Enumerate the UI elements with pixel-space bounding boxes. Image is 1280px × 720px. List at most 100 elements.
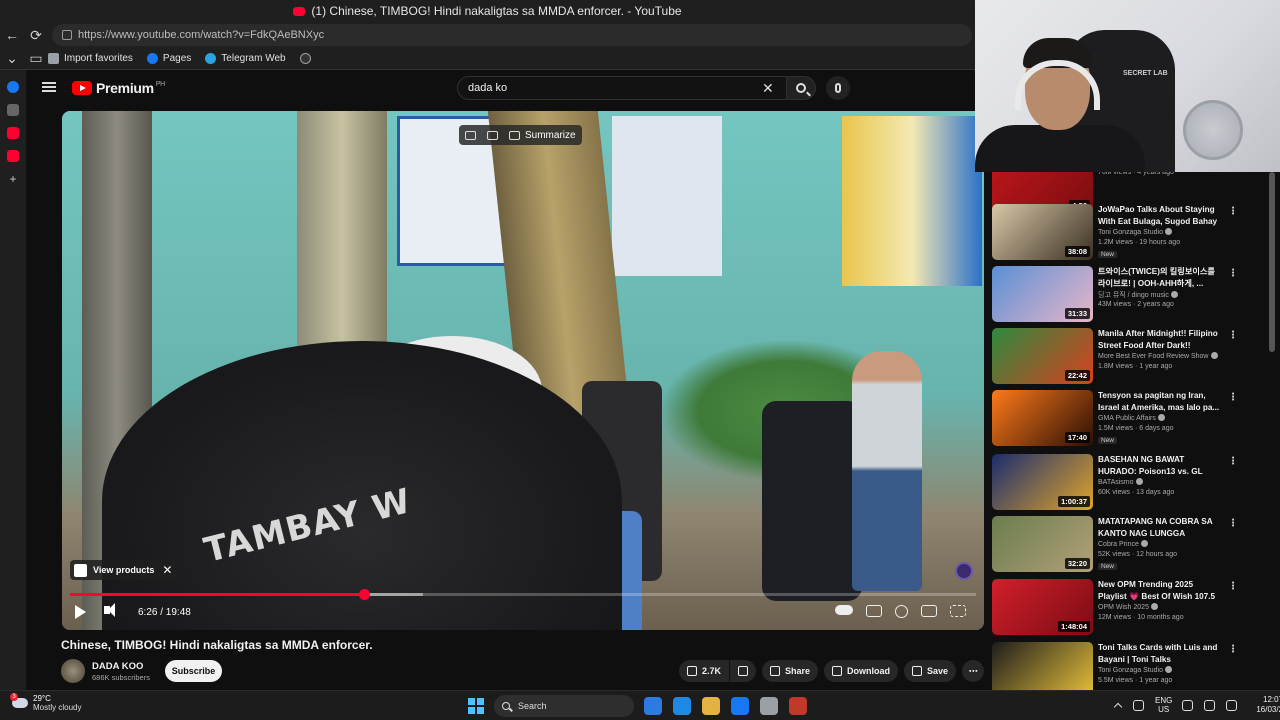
facebook-icon[interactable] (731, 697, 749, 715)
battery-icon[interactable] (1226, 699, 1238, 711)
recommendation-title[interactable]: Toni Talks Cards with Luis and Bayani | … (1098, 642, 1220, 665)
recommendation-channel[interactable]: Toni Gonzaga Studio (1098, 228, 1172, 236)
youtube-icon[interactable] (7, 150, 19, 162)
favorite-pages[interactable]: Pages (146, 53, 191, 64)
clip-icon[interactable] (487, 130, 498, 140)
recommendation-channel[interactable]: Cobra Prince (1098, 540, 1148, 548)
video-thumbnail[interactable]: 1:00:37 (992, 454, 1093, 510)
youtube-icon[interactable] (7, 127, 19, 139)
video-thumbnail[interactable] (992, 642, 1093, 690)
fullscreen-clip-icon[interactable] (465, 130, 476, 140)
channel-watermark-icon[interactable] (955, 562, 973, 580)
recommendation-item[interactable]: 1:00:37 BASEHAN NG BAWAT HURADO: Poison13… (992, 454, 1267, 510)
volume-icon[interactable] (1204, 699, 1216, 711)
channel-name[interactable]: DADA KOO (92, 661, 143, 672)
share-button[interactable]: Share (762, 660, 819, 682)
fullscreen-icon[interactable] (950, 605, 966, 617)
copilot-icon[interactable] (644, 697, 662, 715)
recommendation-item[interactable]: 38:08 JoWaPao Talks About Staying With Ea… (992, 204, 1267, 260)
search-input[interactable]: dada ko (457, 76, 787, 100)
close-icon[interactable]: ✕ (162, 563, 172, 577)
speaker-icon[interactable] (7, 104, 19, 116)
recommendation-channel[interactable]: 딩고 뮤직 / dingo music (1098, 290, 1178, 300)
recommendation-title[interactable]: MATATAPANG NA COBRA SA KANTO NAG LUNGGA (1098, 516, 1220, 539)
dislike-button[interactable] (730, 660, 757, 682)
more-vert-icon[interactable]: ⋮ (1228, 518, 1238, 529)
progress-bar[interactable] (70, 589, 976, 600)
recommendation-item[interactable]: 22:42 Manila After Midnight!! Filipino St… (992, 328, 1267, 384)
volume-icon[interactable] (104, 603, 115, 617)
app-icon[interactable] (789, 697, 807, 715)
video-thumbnail[interactable]: 17:40 (992, 390, 1093, 446)
recommendation-channel[interactable]: OPM Wish 2025 (1098, 603, 1158, 611)
video-thumbnail[interactable]: 22:42 (992, 328, 1093, 384)
wifi-icon[interactable] (1182, 699, 1194, 711)
like-button[interactable]: 2.7K (679, 660, 730, 682)
microphone-icon[interactable] (1133, 699, 1144, 711)
recommendation-channel[interactable]: Toni Gonzaga Studio (1098, 666, 1172, 674)
captions-icon[interactable] (866, 605, 882, 617)
chevron-down-icon[interactable]: ⌄ (0, 47, 24, 71)
subscribe-button[interactable]: Subscribe (165, 660, 222, 682)
recommendation-item[interactable]: Toni Talks Cards with Luis and Bayani | … (992, 642, 1267, 690)
recommendation-item[interactable]: 31:33 트와이스(TWICE)의 킬링보이스를 라이브로! | OOH-AHH… (992, 266, 1267, 322)
recommendation-title[interactable]: Manila After Midnight!! Filipino Street … (1098, 328, 1220, 351)
more-vert-icon[interactable]: ⋮ (1228, 392, 1238, 403)
video-player[interactable]: TAMBAY W Summarize View products ✕ 6:26 … (62, 111, 984, 630)
recommendation-title[interactable]: JoWaPao Talks About Staying With Eat Bul… (1098, 204, 1220, 227)
video-thumbnail[interactable]: 38:08 (992, 204, 1093, 260)
chevron-up-icon[interactable] (1113, 702, 1123, 712)
clear-search-icon[interactable]: ✕ (762, 80, 774, 97)
channel-avatar[interactable] (61, 659, 85, 683)
chrome-icon[interactable] (760, 697, 778, 715)
save-button[interactable]: Save (904, 660, 957, 682)
search-button[interactable] (786, 76, 816, 100)
windows-start-icon[interactable] (468, 698, 484, 714)
favorite-import[interactable]: Import favorites (48, 53, 133, 64)
menu-icon[interactable] (42, 82, 56, 92)
language-indicator[interactable]: ENG US (1155, 696, 1172, 714)
url-field[interactable]: https://www.youtube.com/watch?v=FdkQAeBN… (52, 24, 972, 46)
play-icon[interactable] (75, 605, 86, 619)
recommendation-title[interactable]: Tensyon sa pagitan ng Iran, Israel at Am… (1098, 390, 1220, 413)
settings-gear-icon[interactable] (895, 605, 908, 618)
recommendation-title[interactable]: New OPM Trending 2025 Playlist 💗 Best Of… (1098, 579, 1220, 602)
refresh-icon[interactable]: ⟳ (24, 23, 48, 47)
more-vert-icon[interactable]: ⋮ (1228, 644, 1238, 655)
recommendation-title[interactable]: 트와이스(TWICE)의 킬링보이스를 라이브로! | OOH-AHH하게, .… (1098, 266, 1220, 289)
recommendation-item[interactable]: 17:40 Tensyon sa pagitan ng Iran, Israel … (992, 390, 1267, 446)
clock[interactable]: 12:07 pm 16/03/2026 (1256, 695, 1280, 715)
recommendation-item[interactable]: 1:48:04 New OPM Trending 2025 Playlist 💗 … (992, 579, 1267, 635)
more-vert-icon[interactable]: ⋮ (1228, 206, 1238, 217)
more-vert-icon[interactable]: ⋮ (1228, 330, 1238, 341)
view-products-button[interactable]: View products ✕ (70, 560, 179, 580)
autoplay-toggle[interactable] (835, 605, 853, 615)
recommendation-title[interactable]: BASEHAN NG BAWAT HURADO: Poison13 vs. GL (1098, 454, 1220, 477)
video-thumbnail[interactable]: 32:20 (992, 516, 1093, 572)
more-vert-icon[interactable]: ⋮ (1228, 268, 1238, 279)
recommendation-channel[interactable]: More Best Ever Food Review Show (1098, 352, 1218, 360)
facebook-icon[interactable] (7, 81, 19, 93)
more-vert-icon[interactable]: ⋮ (1228, 456, 1238, 467)
summarize-button[interactable]: Summarize (525, 130, 576, 141)
video-thumbnail[interactable]: 31:33 (992, 266, 1093, 322)
recommendation-channel[interactable]: BATAsismo (1098, 478, 1143, 486)
download-button[interactable]: Download (824, 660, 899, 682)
taskbar-search[interactable]: Search (494, 695, 634, 717)
add-icon[interactable]: + (7, 173, 19, 185)
scrollbar[interactable] (1269, 172, 1275, 352)
file-explorer-icon[interactable] (702, 697, 720, 715)
youtube-logo[interactable]: Premium PH (72, 80, 165, 96)
recommendation-item[interactable]: 32:20 MATATAPANG NA COBRA SA KANTO NAG LU… (992, 516, 1267, 572)
edge-icon[interactable] (673, 697, 691, 715)
tab-actions-icon[interactable]: ▭ (24, 47, 48, 71)
more-actions-button[interactable]: ⋯ (962, 660, 985, 682)
voice-search-button[interactable] (826, 76, 850, 100)
favorite-telegram[interactable]: Telegram Web (205, 53, 286, 64)
back-icon[interactable]: ← (0, 23, 24, 47)
recommendation-channel[interactable]: GMA Public Affairs (1098, 414, 1165, 422)
video-thumbnail[interactable]: 1:48:04 (992, 579, 1093, 635)
miniplayer-icon[interactable] (921, 605, 937, 617)
more-vert-icon[interactable]: ⋮ (1228, 581, 1238, 592)
weather-widget[interactable]: 3 29°C Mostly cloudy (10, 693, 81, 712)
